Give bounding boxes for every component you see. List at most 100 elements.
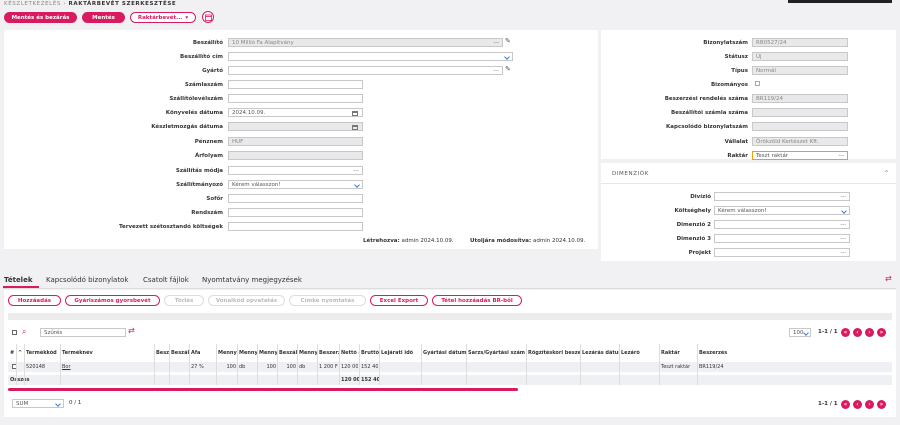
column-divider[interactable] xyxy=(317,344,318,385)
aggregate-select[interactable]: SUM xyxy=(12,399,64,408)
column-header[interactable]: Mennyiség xyxy=(239,350,257,356)
column-header[interactable]: Mennyiség xyxy=(299,350,317,356)
excel-export-button[interactable]: Excel Export xyxy=(370,295,428,306)
column-divider[interactable] xyxy=(154,344,155,385)
more-icon[interactable]: ... xyxy=(840,193,846,199)
column-divider[interactable] xyxy=(257,344,258,385)
column-divider[interactable] xyxy=(580,344,581,385)
column-header[interactable]: Lezárás dátum xyxy=(582,350,619,356)
select-all-checkbox[interactable] xyxy=(12,330,17,335)
driver-input[interactable] xyxy=(228,194,363,203)
filter-icon[interactable]: ⌕ xyxy=(22,327,26,337)
more-icon[interactable]: ... xyxy=(493,39,499,45)
column-divider[interactable] xyxy=(697,344,698,385)
column-header[interactable]: Nettó ért xyxy=(341,350,359,356)
tab-related-docs[interactable]: Kapcsolódó bizonylatok xyxy=(46,276,128,284)
column-divider[interactable] xyxy=(466,344,467,385)
dim2-field[interactable]: ... xyxy=(714,220,850,229)
next-page-icon[interactable]: › xyxy=(865,400,874,409)
table-row[interactable]: 520148 Bor 27 % 100 db 100 100 db 1 200 Ft 120 00… xyxy=(8,362,892,372)
warehouse-field[interactable]: Teszt raktár... xyxy=(752,151,848,160)
dim3-field[interactable]: ... xyxy=(714,234,850,243)
column-header[interactable]: Beszál xyxy=(171,350,189,356)
prev-page-icon[interactable]: ‹ xyxy=(853,328,862,337)
column-divider[interactable] xyxy=(16,344,17,385)
column-header[interactable]: Áfa xyxy=(191,350,216,356)
serial-quick-button[interactable]: Gyáriszámos gyorsbevét xyxy=(65,295,160,306)
column-divider[interactable] xyxy=(659,344,660,385)
tab-print-notes[interactable]: Nyomtatvány megjegyzések xyxy=(202,276,302,284)
column-header[interactable]: Sarzs/Gyártási szám xyxy=(468,350,526,356)
column-header[interactable]: Termékkód xyxy=(26,350,60,356)
column-header[interactable]: Bruttó ér xyxy=(361,350,379,356)
column-header[interactable]: Lejárati idő xyxy=(381,350,421,356)
invoice-no-input[interactable] xyxy=(228,80,363,89)
cost-center-select[interactable]: Kérem válasszon! xyxy=(714,206,850,215)
column-divider[interactable] xyxy=(297,344,298,385)
breadcrumb-parent[interactable]: KÉSZLETKEZELÉS xyxy=(4,1,61,7)
first-page-icon[interactable]: « xyxy=(841,400,850,409)
column-divider[interactable] xyxy=(619,344,620,385)
manufacturer-field[interactable]: ... xyxy=(228,66,503,75)
stock-move-date-input[interactable] xyxy=(228,122,363,131)
column-divider[interactable] xyxy=(169,344,170,385)
save-button[interactable]: Mentés xyxy=(82,12,125,23)
edit-icon[interactable]: ✎ xyxy=(505,37,511,45)
column-divider[interactable] xyxy=(277,344,278,385)
planned-costs-input[interactable] xyxy=(228,222,363,231)
last-page-icon[interactable]: » xyxy=(877,328,886,337)
filter-input[interactable]: Szűrés xyxy=(40,328,126,337)
column-divider[interactable] xyxy=(189,344,190,385)
edit-icon[interactable]: ✎ xyxy=(505,65,511,73)
prev-page-icon[interactable]: ‹ xyxy=(853,400,862,409)
column-divider[interactable] xyxy=(379,344,380,385)
more-icon[interactable]: ... xyxy=(353,167,359,173)
delivery-note-input[interactable] xyxy=(228,94,363,103)
supplier-address-select[interactable] xyxy=(228,52,513,61)
column-header[interactable]: Beszá xyxy=(156,350,169,356)
carrier-select[interactable]: Kérem válasszon! xyxy=(228,180,363,189)
booking-date-input[interactable]: 2024.10.09. xyxy=(228,108,363,117)
column-header[interactable]: Beszállító xyxy=(279,350,297,356)
column-header[interactable]: Raktár xyxy=(661,350,697,356)
plate-input[interactable] xyxy=(228,208,363,217)
more-icon[interactable]: ... xyxy=(840,235,846,241)
document-action-dropdown[interactable]: Raktárbevét... ▾ xyxy=(130,12,196,23)
column-header[interactable]: Rögzítéskori beszer xyxy=(528,350,580,356)
swap-icon[interactable]: ⇄ xyxy=(885,274,892,283)
delivery-method-field[interactable]: ... xyxy=(228,166,363,175)
save-close-button[interactable]: Mentés és bezárás xyxy=(4,12,77,23)
tab-attached-files[interactable]: Csatolt fájlok xyxy=(143,276,189,284)
column-divider[interactable] xyxy=(339,344,340,385)
calendar-icon[interactable] xyxy=(352,111,358,116)
next-page-icon[interactable]: › xyxy=(865,328,874,337)
more-icon[interactable]: ... xyxy=(840,249,846,255)
column-header[interactable]: Terméknév xyxy=(62,350,154,356)
consignment-checkbox[interactable] xyxy=(755,81,760,86)
column-divider[interactable] xyxy=(421,344,422,385)
project-field[interactable]: ... xyxy=(714,248,850,257)
column-divider[interactable] xyxy=(526,344,527,385)
column-divider[interactable] xyxy=(216,344,217,385)
horizontal-scrollbar[interactable] xyxy=(8,388,518,391)
division-field[interactable]: ... xyxy=(714,192,850,201)
column-header[interactable]: Mennyisé xyxy=(259,350,277,356)
column-divider[interactable] xyxy=(237,344,238,385)
first-page-icon[interactable]: « xyxy=(841,328,850,337)
barcode-read-button[interactable]: Vonalkód opvatatás xyxy=(208,295,285,306)
tab-items[interactable]: Tételek xyxy=(4,276,33,284)
column-divider[interactable] xyxy=(359,344,360,385)
more-icon[interactable]: ... xyxy=(840,221,846,227)
column-header[interactable]: Beszerzé xyxy=(319,350,339,356)
table-cell[interactable]: Bor xyxy=(62,364,153,370)
swap-icon[interactable]: ⇄ xyxy=(128,326,135,335)
more-icon[interactable]: ... xyxy=(838,152,844,158)
delete-button[interactable]: Törlés xyxy=(164,295,204,306)
column-header[interactable]: Mennyisé xyxy=(218,350,237,356)
calendar-history-icon[interactable] xyxy=(202,11,214,23)
page-size-select[interactable]: 100 xyxy=(789,328,811,337)
column-header[interactable]: Gyártási dátum xyxy=(423,350,466,356)
supplier-field[interactable]: 10 Millió Fa Alapítvány... xyxy=(228,38,503,47)
add-from-po-button[interactable]: Tétel hozzáadás BR-ből xyxy=(432,295,522,306)
last-page-icon[interactable]: » xyxy=(877,400,886,409)
